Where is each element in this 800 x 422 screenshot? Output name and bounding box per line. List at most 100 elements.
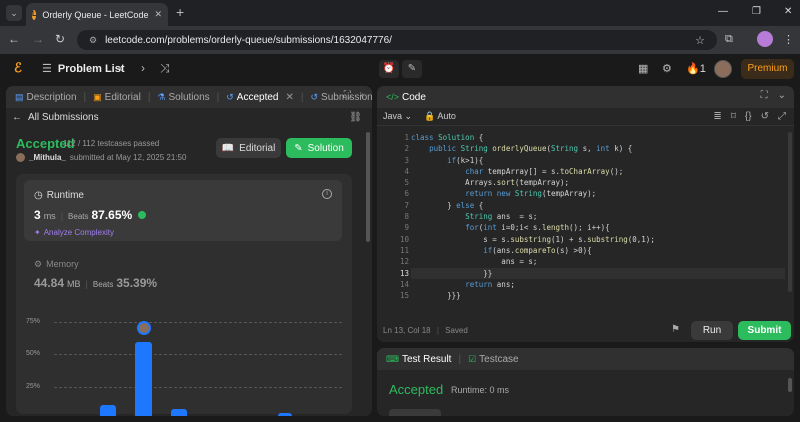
- profile-avatar[interactable]: [757, 31, 773, 47]
- browser-menu-icon[interactable]: ⋮: [783, 33, 794, 46]
- y-axis-label: 25%: [26, 383, 41, 390]
- language-label: Java: [383, 111, 403, 121]
- timer-icon[interactable]: ⏰: [379, 60, 399, 78]
- analyze-complexity-link[interactable]: ✦ Analyze Complexity: [34, 228, 114, 237]
- address-bar[interactable]: ⚙ leetcode.com/problems/orderly-queue/su…: [77, 30, 717, 50]
- solution-button[interactable]: ✎ Solution: [286, 138, 352, 158]
- tab-code[interactable]: </> Code: [383, 92, 429, 103]
- testcase-label: Testcase: [479, 353, 519, 365]
- maximize-panel-icon[interactable]: ⛶: [761, 90, 768, 101]
- language-select[interactable]: Java ⌄: [383, 111, 412, 122]
- site-info-icon[interactable]: ⚙: [89, 35, 97, 46]
- memory-value: 44.84 MB | Beats 35.39%: [34, 276, 158, 290]
- runtime-number: 3: [34, 208, 41, 222]
- premium-button[interactable]: Premium: [741, 59, 794, 79]
- auto-mode[interactable]: 🔒 Auto: [424, 111, 456, 122]
- analyze-label: Analyze Complexity: [43, 228, 114, 237]
- fullscreen-icon[interactable]: ⤢: [778, 111, 786, 122]
- format-icon[interactable]: ≣: [713, 111, 721, 122]
- distribution-bar[interactable]: [278, 413, 292, 416]
- settings-gear-icon[interactable]: ⚙: [662, 62, 672, 75]
- left-scrollbar[interactable]: [366, 132, 370, 242]
- layout-icon[interactable]: ▦: [638, 62, 648, 75]
- close-tab-icon[interactable]: ✕: [154, 9, 162, 20]
- tab-solutions[interactable]: ⚗ Solutions: [154, 92, 212, 103]
- submitted-at: submitted at May 12, 2025 21:50: [69, 153, 187, 162]
- distribution-bar[interactable]: [171, 409, 187, 416]
- all-submissions-label: All Submissions: [28, 112, 99, 123]
- tab-editorial[interactable]: ▣ Editorial: [90, 92, 144, 103]
- run-button[interactable]: Run: [691, 321, 733, 340]
- testcase-pill[interactable]: [389, 409, 441, 416]
- collapse-panel-icon[interactable]: ⌄: [778, 90, 786, 101]
- code-brackets-icon: </>: [386, 92, 400, 102]
- runtime-card[interactable]: ◷ Runtime i 3 ms | Beats 87.65% ✦ Analyz…: [24, 180, 342, 241]
- shuffle-icon[interactable]: ⤨: [160, 61, 170, 76]
- forward-icon[interactable]: →: [32, 32, 44, 46]
- notes-icon[interactable]: ✎: [402, 60, 422, 78]
- tab-label: Description: [26, 91, 77, 103]
- memory-chip-icon: ⚙: [34, 259, 43, 269]
- submit-button[interactable]: Submit: [738, 321, 791, 340]
- next-problem-icon[interactable]: ›: [141, 61, 145, 75]
- new-tab-icon[interactable]: +: [176, 4, 184, 20]
- distribution-bar-selected[interactable]: [135, 342, 152, 416]
- test-result-panel: ⌨ Test Result | ☑ Testcase Accepted Runt…: [377, 348, 794, 416]
- tab-accepted[interactable]: ↺ Accepted ✕: [223, 92, 297, 103]
- y-axis-label: 75%: [26, 318, 41, 325]
- browser-tab[interactable]: L Orderly Queue - LeetCode ✕: [26, 3, 168, 26]
- distribution-bar[interactable]: [100, 405, 116, 416]
- tab-label: Accepted: [236, 91, 279, 103]
- bookmark-icon[interactable]: ⌑: [731, 111, 736, 122]
- streak-counter[interactable]: 🔥1: [686, 62, 706, 75]
- memory-beats-percent: 35.39%: [116, 276, 158, 290]
- problem-list-button[interactable]: ☰ Problem List: [42, 62, 125, 76]
- lock-icon: 🔒: [424, 111, 436, 121]
- y-axis-label: 50%: [26, 350, 41, 357]
- leetcode-logo-icon[interactable]: ℰ: [14, 61, 28, 75]
- share-link-icon[interactable]: ⛓: [349, 112, 362, 123]
- test-tabbar: ⌨ Test Result | ☑ Testcase: [377, 348, 794, 370]
- all-submissions-link[interactable]: ← All Submissions: [12, 112, 99, 123]
- maximize-panel-icon[interactable]: ⛶: [344, 90, 351, 101]
- tab-test-result[interactable]: ⌨ Test Result: [383, 354, 454, 365]
- close-window-icon[interactable]: ✕: [784, 6, 792, 17]
- solution-button-label: Solution: [307, 142, 344, 154]
- maximize-icon[interactable]: ❐: [752, 6, 761, 17]
- browser-tabstrip: ⌄ L Orderly Queue - LeetCode ✕ + — ❐ ✕: [0, 0, 800, 26]
- close-tab-icon[interactable]: ✕: [286, 92, 294, 103]
- braces-icon[interactable]: {}: [745, 111, 752, 122]
- test-scrollbar[interactable]: [788, 378, 792, 392]
- code-editor[interactable]: class Solution { public String orderlyQu…: [411, 132, 781, 301]
- test-result-label: Test Result: [402, 353, 452, 365]
- beats-label: Beats: [92, 280, 114, 289]
- prev-problem-icon[interactable]: ‹: [119, 61, 123, 75]
- editorial-button[interactable]: 📖 Editorial: [216, 138, 281, 158]
- back-icon[interactable]: ←: [8, 32, 20, 46]
- problem-list-label: Problem List: [57, 62, 125, 75]
- bookmark-star-icon[interactable]: ☆: [695, 34, 705, 47]
- runtime-beats-percent: 87.65%: [91, 208, 133, 222]
- grid-line: [54, 387, 342, 388]
- terminal-icon: ⌨: [386, 353, 399, 364]
- username[interactable]: _Mithula_: [29, 153, 66, 162]
- checkbox-icon: ☑: [468, 353, 477, 364]
- reset-icon[interactable]: ↺: [761, 111, 769, 122]
- tab-testcase[interactable]: ☑ Testcase: [465, 354, 522, 365]
- tab-search-icon[interactable]: ⌄: [6, 5, 22, 21]
- extensions-icon[interactable]: ⧉: [725, 33, 733, 46]
- debug-icon[interactable]: ⚑: [671, 324, 680, 335]
- code-panel: </> Code ⛶ ⌄ Java ⌄ 🔒 Auto ≣ ⌑ {} ↺ ⤢ 12…: [377, 86, 794, 342]
- edit-icon: ✎: [294, 142, 303, 154]
- memory-title[interactable]: ⚙ Memory: [34, 259, 79, 270]
- info-icon[interactable]: i: [322, 189, 332, 199]
- code-tabbar: </> Code ⛶ ⌄: [377, 86, 794, 108]
- collapse-panel-icon[interactable]: ‹: [361, 90, 364, 101]
- tab-label: Solutions: [168, 91, 210, 103]
- code-scrollbar[interactable]: [788, 132, 792, 292]
- reload-icon[interactable]: ↻: [55, 32, 65, 46]
- user-avatar[interactable]: [714, 60, 732, 78]
- user-mini-avatar: [16, 153, 25, 162]
- tab-description[interactable]: ▤ Description: [12, 92, 80, 103]
- minimize-icon[interactable]: —: [718, 6, 728, 17]
